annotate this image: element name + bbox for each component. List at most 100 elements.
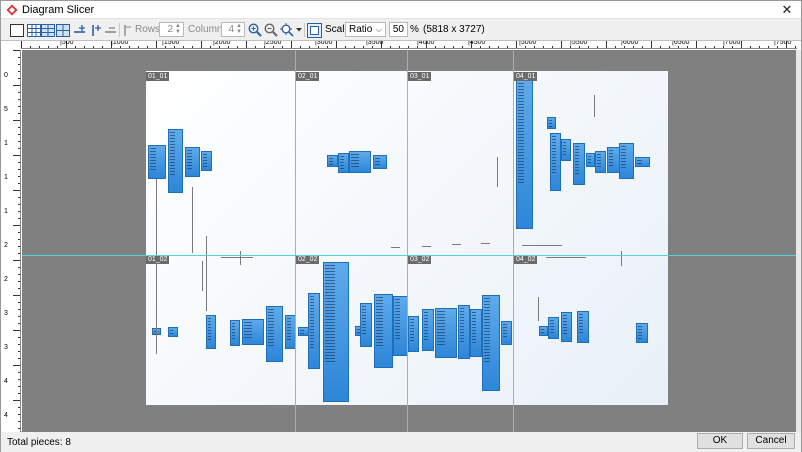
ruler-mark: |4000 [417,41,435,46]
diagram-element [201,151,212,171]
diagram-element [435,308,457,358]
connector-line [621,251,622,266]
diagram-element [501,321,512,345]
single-piece-icon[interactable] [9,22,25,38]
slice-preview-area[interactable]: |500 |1000 |1500 |2000 |2500 |3000 |3500 |4000 |… [1,40,801,433]
toolbar: Rows : 2 ▲ ▼ Columns : 4 ▲ ▼ Scale : Ratio [1,20,801,40]
diagram-slicer-dialog: Diagram Slicer ✕ Rows : 2 ▲ ▼ Columns: … [0,0,802,452]
zoom-out-icon[interactable] [263,22,278,38]
stepper-arrows-icon[interactable]: ▲ ▼ [235,23,243,36]
scale-select[interactable]: Ratio ⌵ [345,22,386,37]
fit-page-icon[interactable] [306,22,322,38]
diagram-element [577,311,589,343]
vertical-ruler: 0 5 1 1 1 2 2 3 3 4 4 [1,50,21,433]
slice-label: 02_01 [296,72,320,81]
diagram-element [548,317,559,339]
ok-button[interactable]: OK [697,433,743,449]
diagram-element [360,303,372,347]
connector-line [206,236,207,311]
zoom-in-icon[interactable] [247,22,262,38]
zoom-percent-value: 50 [392,24,404,35]
diagram-element [266,306,283,362]
ruler-mark: 0 [4,72,8,79]
diagram-element [516,77,533,229]
ruler-mark: |1500 [162,41,180,46]
slice-label: 02_02 [296,255,320,264]
zoom-dropdown-chevron-icon[interactable] [295,22,302,38]
vertical-cut-guide[interactable] [407,50,408,432]
connector-line [594,95,595,117]
add-column-icon[interactable] [88,22,102,38]
connector-line [156,179,157,354]
percent-sign: % [410,24,419,35]
ruler-mark: 1 [4,174,8,181]
connector-line [522,245,562,246]
fit-zoom-icon[interactable] [279,22,294,38]
diagram-element [636,323,648,343]
zoom-percent-input[interactable]: 50 [389,22,408,37]
add-row-icon[interactable] [72,22,86,38]
diagram-element [561,312,572,342]
diagram-element [327,155,338,167]
app-icon [6,4,18,16]
diagram-element [206,315,216,349]
diagram-element [595,151,606,173]
diagram-element [561,139,571,161]
diagram-element [374,294,393,368]
rows-stepper[interactable]: 2 ▲ ▼ [159,22,184,37]
diagram-element [422,309,434,351]
cancel-button[interactable]: Cancel [747,433,795,449]
diagram-element [635,157,650,167]
diagram-element [393,296,408,356]
diagram-element [539,326,548,336]
vertical-scrollbar[interactable] [796,50,801,432]
connector-line [538,297,539,321]
ruler-mark: 3 [4,310,8,317]
remove-row-icon[interactable] [103,22,117,38]
ruler-mark: |3500 [366,41,384,46]
stepper-arrows-icon[interactable]: ▲ ▼ [174,23,182,36]
diagram-element [349,151,371,173]
connector-line [481,243,490,244]
toolbar-separator [119,23,120,37]
diagram-element [470,309,482,357]
total-pieces-text: Total pieces: 8 [7,437,71,448]
ruler-mark: 3 [4,344,8,351]
window-title: Diagram Slicer [22,4,95,16]
diagram-element [619,143,634,179]
slice-label: 03_02 [408,255,432,264]
slice-label: 04_02 [514,255,538,264]
rows-value: 2 [167,24,173,35]
close-button[interactable]: ✕ [779,2,795,18]
diagram-element [408,316,419,352]
ruler-mark: |4500 [468,41,486,46]
title-bar: Diagram Slicer ✕ [1,1,801,19]
ruler-mark: |1000 [111,41,129,46]
grid-large-icon[interactable] [55,22,71,38]
diagram-element [168,327,178,337]
horizontal-cut-guide[interactable] [22,255,796,256]
diagram-element [168,129,183,193]
connector-line [497,157,498,187]
connector-line [202,261,203,291]
horizontal-ruler: |500 |1000 |1500 |2000 |2500 |3000 |3500 |4000 |… [21,41,797,49]
remove-column-icon[interactable] [122,22,132,38]
ruler-mark: 1 [4,140,8,147]
ruler-mark: 2 [4,242,8,249]
grid-wide-icon[interactable] [40,22,56,38]
diagram-element [458,305,470,359]
ruler-mark: |500 [60,41,74,46]
slice-label: 04_01 [514,72,538,81]
vertical-cut-guide[interactable] [295,50,296,432]
diagram-element [482,295,500,391]
ruler-mark: |5500 [570,41,588,46]
diagram-element [185,147,200,177]
vertical-cut-guide[interactable] [513,50,514,432]
connector-line [221,257,253,258]
connector-line [546,257,586,258]
diagram-viewport[interactable]: 01_01 02_01 03_01 04_01 01_02 02_02 03_02 04_02 [22,50,796,432]
diagram-dimensions: (5818 x 3727) [423,24,485,35]
connector-line [240,251,241,265]
slice-label: 01_02 [146,255,170,264]
columns-stepper[interactable]: 4 ▲ ▼ [221,22,245,37]
